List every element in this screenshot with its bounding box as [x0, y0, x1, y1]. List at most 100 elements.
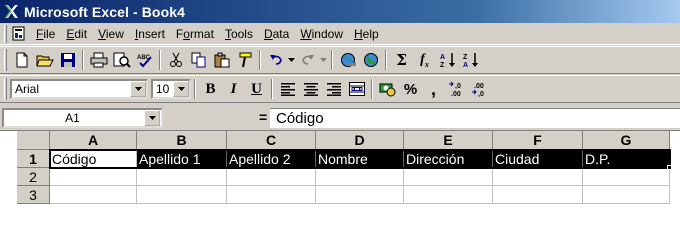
bold-button[interactable]: B — [199, 78, 222, 100]
cell-b2[interactable] — [137, 168, 227, 186]
menu-format[interactable]: Format — [171, 25, 220, 43]
edit-formula-button[interactable]: = — [259, 109, 267, 125]
italic-glyph: I — [230, 80, 237, 97]
cell-c2[interactable] — [227, 168, 316, 186]
cell-a3[interactable] — [50, 186, 137, 204]
sort-descending-icon[interactable]: ZA — [459, 49, 482, 71]
undo-icon[interactable] — [264, 49, 287, 71]
chevron-down-icon[interactable] — [173, 81, 189, 97]
spelling-icon[interactable]: ABC — [133, 49, 156, 71]
web-toolbar-icon[interactable] — [359, 49, 382, 71]
formula-input[interactable]: Código — [270, 108, 680, 128]
chevron-down-icon[interactable] — [130, 81, 146, 97]
row-header-1[interactable]: 1 — [17, 150, 50, 168]
toolbar-separator — [194, 79, 196, 99]
menu-window[interactable]: Window — [295, 25, 349, 43]
row-header-2[interactable]: 2 — [17, 168, 50, 186]
column-header-a[interactable]: A — [50, 131, 137, 150]
column-header-f[interactable]: F — [493, 131, 583, 150]
increase-decimal-icon[interactable]: ,0.00 — [445, 78, 468, 100]
column-header-g[interactable]: G — [583, 131, 670, 150]
cell-g1[interactable]: D.P. — [583, 150, 670, 168]
select-all-button[interactable] — [17, 131, 50, 150]
cut-icon[interactable] — [164, 49, 187, 71]
cell-c3[interactable] — [227, 186, 316, 204]
italic-button[interactable]: I — [222, 78, 245, 100]
menu-file-label: ile — [43, 26, 56, 41]
cell-d3[interactable] — [316, 186, 404, 204]
fill-handle[interactable] — [667, 165, 672, 170]
cell-e2[interactable] — [404, 168, 493, 186]
hyperlink-icon[interactable] — [336, 49, 359, 71]
align-center-icon[interactable] — [299, 78, 322, 100]
save-icon[interactable] — [56, 49, 79, 71]
menu-insert[interactable]: Insert — [130, 25, 171, 43]
standard-toolbar-grip[interactable] — [4, 49, 7, 71]
cell-d1[interactable]: Nombre — [316, 150, 404, 168]
cell-g3[interactable] — [583, 186, 670, 204]
formatting-toolbar-grip[interactable] — [4, 78, 7, 100]
svg-text:A: A — [440, 54, 445, 61]
print-preview-icon[interactable] — [110, 49, 133, 71]
cell-f3[interactable] — [493, 186, 583, 204]
chevron-down-icon[interactable] — [144, 110, 160, 126]
cell-d2[interactable] — [316, 168, 404, 186]
row-header-3[interactable]: 3 — [17, 186, 50, 204]
align-right-icon[interactable] — [322, 78, 345, 100]
cell-b3[interactable] — [137, 186, 227, 204]
new-icon[interactable] — [10, 49, 33, 71]
workbook-icon[interactable] — [11, 26, 27, 42]
cell-f2[interactable] — [493, 168, 583, 186]
name-box[interactable]: A1 — [2, 108, 163, 128]
cell-a2[interactable] — [50, 168, 137, 186]
menu-window-label: indow — [311, 26, 343, 41]
decrease-decimal-icon[interactable]: .00,0 — [468, 78, 491, 100]
currency-style-icon[interactable] — [376, 78, 399, 100]
underline-button[interactable]: U — [245, 78, 268, 100]
cell-g2[interactable] — [583, 168, 670, 186]
redo-icon[interactable] — [296, 49, 319, 71]
format-painter-icon[interactable] — [233, 49, 256, 71]
column-header-e[interactable]: E — [404, 131, 493, 150]
column-header-d[interactable]: D — [316, 131, 404, 150]
undo-dropdown-icon[interactable] — [287, 49, 296, 71]
column-header-c[interactable]: C — [227, 131, 316, 150]
menubar-grip[interactable] — [4, 24, 7, 43]
percent-style-button[interactable]: % — [399, 78, 422, 100]
menu-data[interactable]: Data — [259, 25, 295, 43]
align-left-icon[interactable] — [276, 78, 299, 100]
paste-function-icon[interactable]: fx — [413, 49, 436, 71]
comma-style-button[interactable]: , — [422, 78, 445, 100]
toolbar-separator — [271, 79, 273, 99]
redo-dropdown-icon[interactable] — [319, 49, 328, 71]
title-bar[interactable]: Microsoft Excel - Book4 — [0, 0, 680, 23]
column-header-b[interactable]: B — [137, 131, 227, 150]
svg-text:,0: ,0 — [455, 83, 461, 90]
excel-app-icon[interactable] — [3, 4, 20, 20]
cell-c1[interactable]: Apellido 2 — [227, 150, 316, 168]
menu-edit[interactable]: Edit — [61, 25, 93, 43]
sort-ascending-icon[interactable]: AZ — [436, 49, 459, 71]
toolbar-separator — [371, 79, 373, 99]
menu-tools[interactable]: Tools — [220, 25, 259, 43]
cell-b1[interactable]: Apellido 1 — [137, 150, 227, 168]
menu-help[interactable]: Help — [349, 25, 385, 43]
menu-view[interactable]: View — [93, 25, 130, 43]
cell-e3[interactable] — [404, 186, 493, 204]
font-size-select[interactable]: 10 — [151, 79, 191, 99]
open-icon[interactable] — [33, 49, 56, 71]
formula-bar: A1 = Código — [0, 105, 680, 130]
font-size-value: 10 — [156, 82, 170, 96]
menu-help-accel: H — [354, 26, 363, 41]
merge-center-icon[interactable] — [345, 78, 368, 100]
print-icon[interactable] — [87, 49, 110, 71]
cell-f1[interactable]: Ciudad — [493, 150, 583, 168]
cell-e1[interactable]: Dirección — [404, 150, 493, 168]
cell-a1[interactable]: Código — [50, 150, 137, 168]
menu-file[interactable]: File — [31, 25, 61, 43]
copy-icon[interactable] — [187, 49, 210, 71]
paste-icon[interactable] — [210, 49, 233, 71]
font-name-select[interactable]: Arial — [10, 79, 148, 99]
standard-toolbar: ABC Σ fx A Z Z A — [0, 46, 680, 74]
autosum-icon[interactable]: Σ — [390, 49, 413, 71]
